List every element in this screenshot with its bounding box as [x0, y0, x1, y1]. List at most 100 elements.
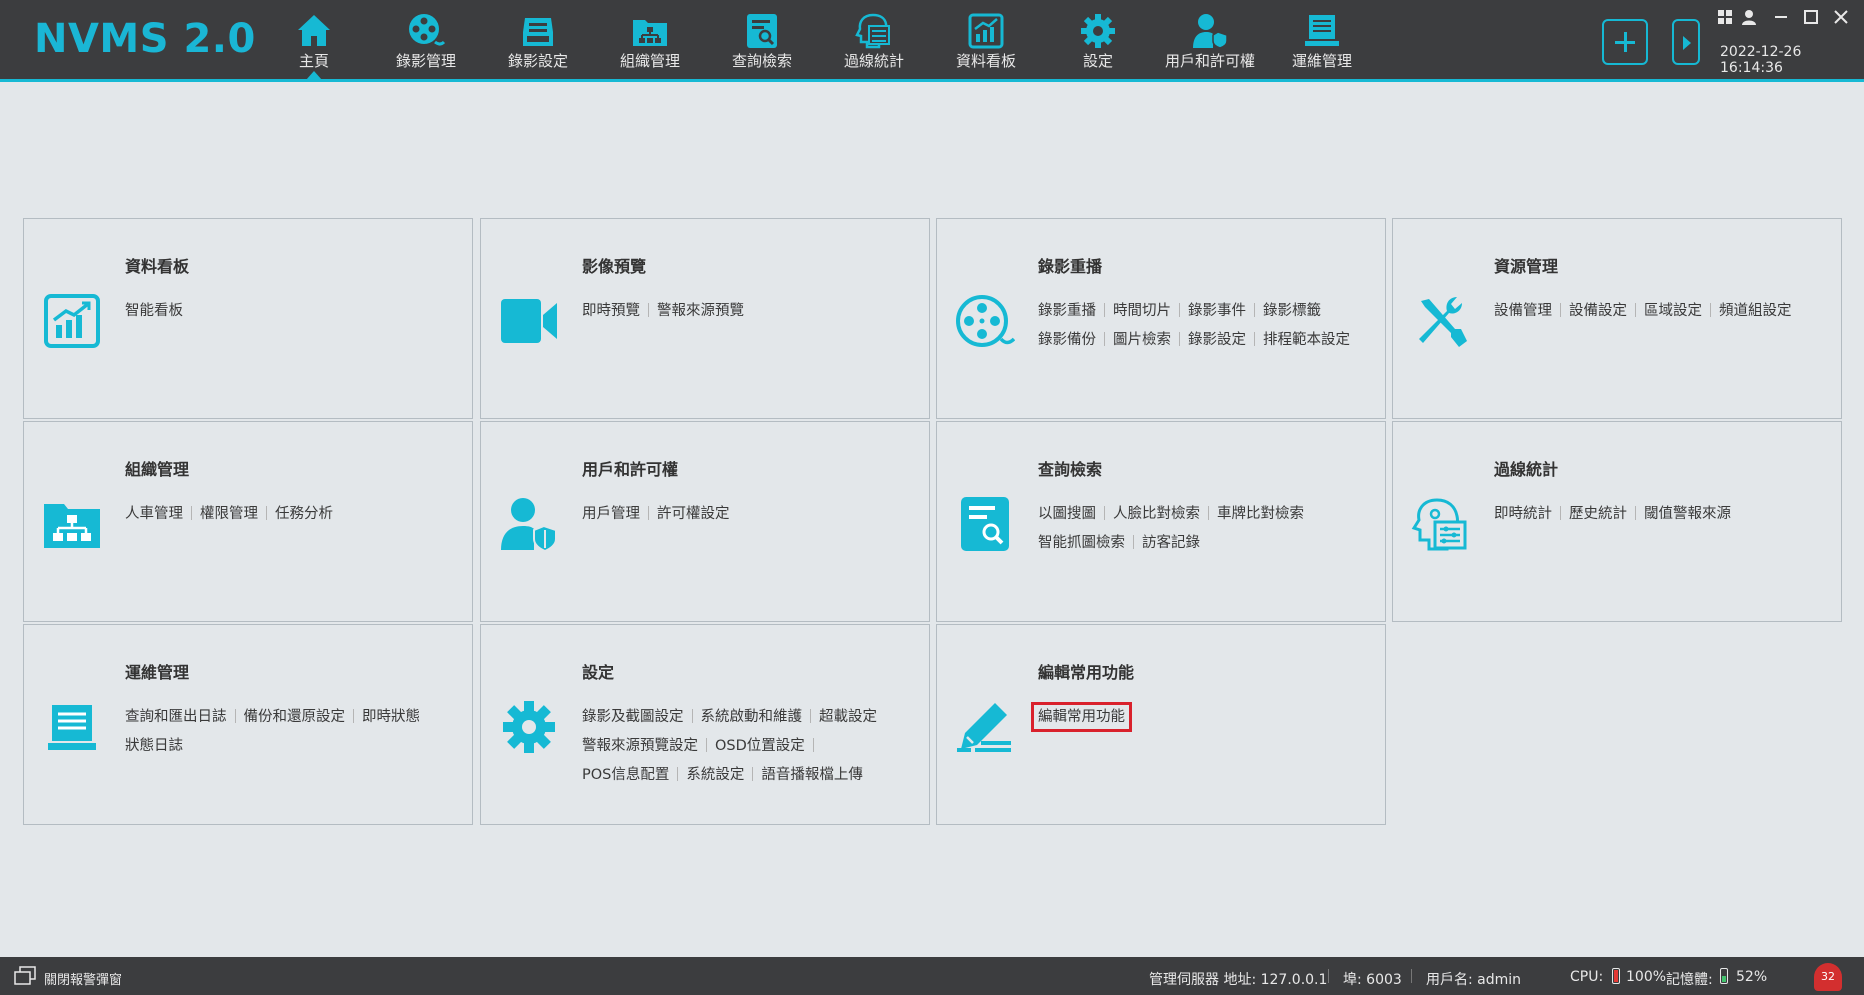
- link-separator: [1710, 303, 1711, 317]
- tile-link[interactable]: 錄影備份: [1038, 332, 1096, 348]
- maximize-icon[interactable]: [1802, 8, 1820, 26]
- nav-label: 組織管理: [619, 52, 680, 70]
- link-separator: [1635, 506, 1636, 520]
- tile-link[interactable]: 設備管理: [1494, 303, 1552, 319]
- head-stats-icon: [1411, 496, 1471, 552]
- chart-board-icon: [968, 13, 1004, 49]
- nav-item-home[interactable]: 主頁: [254, 0, 374, 82]
- tile-title: 設定: [582, 663, 615, 682]
- tile-link[interactable]: POS信息配置: [582, 767, 669, 783]
- tile-link[interactable]: 警報來源預覽設定: [582, 738, 698, 754]
- grid-icon[interactable]: [1716, 8, 1734, 26]
- tile-link[interactable]: 用戶管理: [582, 506, 640, 522]
- tile-link[interactable]: 任務分析: [275, 506, 333, 522]
- tile-link[interactable]: 權限管理: [200, 506, 258, 522]
- link-separator: [1560, 506, 1561, 520]
- tile-link[interactable]: 超載設定: [819, 709, 877, 725]
- tile-link[interactable]: 系統啟動和維護: [701, 709, 803, 725]
- tile-link[interactable]: 錄影設定: [1188, 332, 1246, 348]
- window-stack-icon[interactable]: [14, 966, 36, 986]
- tile-link[interactable]: 即時統計: [1494, 506, 1552, 522]
- tile-link[interactable]: 錄影重播: [1038, 303, 1096, 319]
- tile-resource-management: 資源管理 設備管理 設備設定 區域設定 頻道組設定: [1392, 218, 1842, 419]
- tile-link[interactable]: 錄影及截圖設定: [582, 709, 684, 725]
- nav-item-query-search[interactable]: 查詢檢索: [702, 0, 822, 82]
- minimize-icon[interactable]: [1772, 8, 1790, 26]
- nav-item-line-stats[interactable]: 過線統計: [814, 0, 934, 82]
- user-icon[interactable]: [1740, 8, 1758, 26]
- link-separator: [1133, 535, 1134, 549]
- status-bar: 關閉報警彈窗 管理伺服器 地址: 127.0.0.1 埠: 6003 用戶名: …: [0, 957, 1864, 995]
- nav-label: 查詢檢索: [731, 52, 792, 70]
- tile-link[interactable]: 查詢和匯出日誌: [125, 709, 227, 725]
- nav-item-users-permissions[interactable]: 用戶和許可權: [1150, 0, 1270, 82]
- nav-label: 過線統計: [843, 52, 904, 70]
- tile-link[interactable]: 備份和還原設定: [244, 709, 346, 725]
- tile-link[interactable]: 人臉比對檢索: [1113, 506, 1200, 522]
- cpu-label: CPU:: [1570, 969, 1604, 985]
- tile-links: 查詢和匯出日誌 備份和還原設定 即時狀態狀態日誌: [125, 703, 465, 761]
- tile-settings: 設定錄影及截圖設定 系統啟動和維護 超載設定警報來源預覽設定 OSD位置設定 POS信息…: [480, 624, 930, 825]
- alarm-count-badge[interactable]: 32: [1814, 963, 1842, 991]
- tile-title: 用戶和許可權: [582, 460, 679, 479]
- nav-item-recording-settings[interactable]: 錄影設定: [478, 0, 598, 82]
- nav-item-dashboard[interactable]: 資料看板: [926, 0, 1046, 82]
- tile-link[interactable]: 訪客記錄: [1142, 535, 1200, 551]
- tile-link[interactable]: OSD位置設定: [715, 738, 805, 754]
- film-reel-icon: [409, 14, 445, 46]
- window-controls: [1716, 8, 1850, 28]
- expand-button[interactable]: [1672, 19, 1700, 65]
- tile-link[interactable]: 許可權設定: [657, 506, 730, 522]
- user-shield-icon: [499, 496, 559, 553]
- tile-link[interactable]: 以圖搜圖: [1038, 506, 1096, 522]
- link-separator: [1179, 303, 1180, 317]
- head-stats-icon: [855, 13, 890, 49]
- link-separator: [1560, 303, 1561, 317]
- link-separator: [677, 767, 679, 781]
- link-separator: [812, 738, 814, 752]
- tile-link[interactable]: 編輯常用功能: [1031, 702, 1132, 732]
- tile-link[interactable]: 即時預覽: [582, 303, 640, 319]
- tile-link[interactable]: 車牌比對檢索: [1217, 506, 1304, 522]
- tile-link[interactable]: 錄影標籤: [1263, 303, 1321, 319]
- tile-edit-favorites: 編輯常用功能 編輯常用功能: [936, 624, 1386, 825]
- nav-item-settings[interactable]: 設定: [1038, 0, 1158, 82]
- link-separator: [1104, 332, 1105, 346]
- divider: [1411, 969, 1412, 983]
- search-doc-icon: [955, 496, 1015, 552]
- tile-link[interactable]: 閾值警報來源: [1644, 506, 1731, 522]
- tile-link[interactable]: 設備設定: [1569, 303, 1627, 319]
- tile-link[interactable]: 人車管理: [125, 506, 183, 522]
- tile-link[interactable]: 排程範本設定: [1263, 332, 1350, 348]
- tile-link[interactable]: 區域設定: [1644, 303, 1702, 319]
- tile-links: 人車管理 權限管理 任務分析: [125, 500, 465, 529]
- tile-link[interactable]: 狀態日誌: [125, 738, 183, 754]
- tile-link[interactable]: 系統設定: [686, 767, 744, 783]
- cpu-meter: [1612, 968, 1620, 984]
- tile-link[interactable]: 頻道組設定: [1719, 303, 1792, 319]
- link-separator: [234, 709, 236, 723]
- nav-label: 運維管理: [1291, 52, 1352, 70]
- tile-link[interactable]: 智能看板: [125, 303, 183, 319]
- add-button[interactable]: [1602, 19, 1648, 65]
- nav-item-org-management[interactable]: 組織管理: [590, 0, 710, 82]
- link-separator: [191, 506, 192, 520]
- close-alarm-popup-link[interactable]: 關閉報警彈窗: [44, 969, 122, 988]
- tile-link[interactable]: 時間切片: [1113, 303, 1171, 319]
- nav-item-ops-management[interactable]: 運維管理: [1262, 0, 1382, 82]
- tile-link[interactable]: 歷史統計: [1569, 506, 1627, 522]
- close-icon[interactable]: [1832, 8, 1850, 26]
- link-separator: [1104, 303, 1105, 317]
- nav-item-recording-management[interactable]: 錄影管理: [366, 0, 486, 82]
- tile-link[interactable]: 即時狀態: [362, 709, 420, 725]
- tile-link[interactable]: 智能抓圖檢索: [1038, 535, 1125, 551]
- tile-link[interactable]: 錄影事件: [1188, 303, 1246, 319]
- link-separator: [1254, 332, 1255, 346]
- nav-label: 主頁: [298, 52, 329, 70]
- tile-dashboard: 資料看板 智能看板: [23, 218, 473, 419]
- tile-title: 過線統計: [1494, 460, 1559, 479]
- tile-link[interactable]: 語音播報檔上傳: [761, 767, 863, 783]
- tile-link[interactable]: 警報來源預覽: [657, 303, 744, 319]
- nav-label: 錄影設定: [507, 52, 568, 70]
- tile-link[interactable]: 圖片檢索: [1113, 332, 1171, 348]
